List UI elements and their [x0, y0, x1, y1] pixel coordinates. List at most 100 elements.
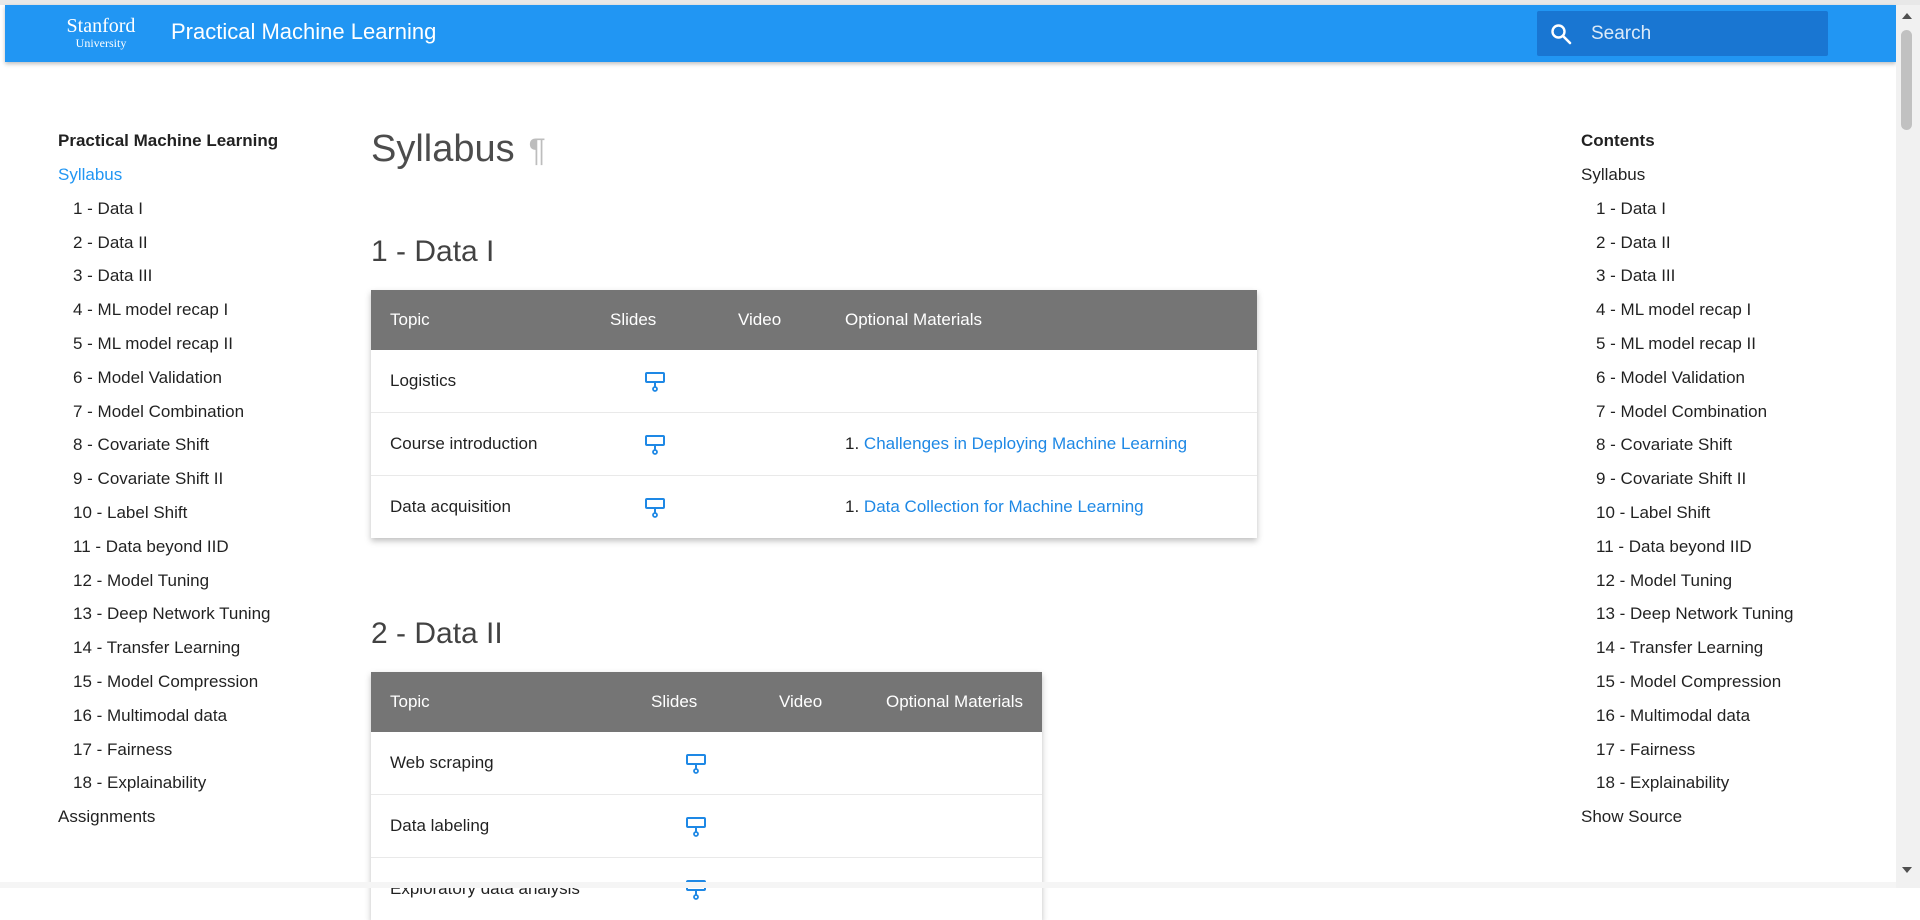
nav-link-lecture[interactable]: 2 - Data II [58, 230, 308, 264]
search-icon[interactable] [1549, 22, 1573, 46]
presentation-icon[interactable] [643, 495, 667, 519]
nav-items: 1 - Data I2 - Data II3 - Data III4 - ML … [58, 196, 308, 804]
nav-link-lecture[interactable]: 18 - Explainability [58, 770, 308, 804]
presentation-icon[interactable] [643, 369, 667, 393]
toc-link-lecture[interactable]: 3 - Data III [1581, 263, 1881, 297]
nav-link-lecture[interactable]: 8 - Covariate Shift [58, 432, 308, 466]
nav-link-lecture[interactable]: 14 - Transfer Learning [58, 635, 308, 669]
vertical-scrollbar[interactable] [1896, 5, 1920, 888]
toc-link-lecture[interactable]: 13 - Deep Network Tuning [1581, 601, 1881, 635]
toc-link-lecture[interactable]: 8 - Covariate Shift [1581, 432, 1881, 466]
left-sidebar-nav: Practical Machine Learning Syllabus 1 - … [58, 128, 308, 838]
material-number: 1. [845, 434, 859, 453]
nav-link-lecture[interactable]: 17 - Fairness [58, 737, 308, 771]
topic-cell: Exploratory data analysis [371, 858, 632, 920]
table-row: Data acquisition 1. Data Collection for M… [371, 476, 1257, 539]
scroll-thumb[interactable] [1901, 30, 1912, 130]
presentation-icon[interactable] [684, 877, 708, 901]
toc-link-lecture[interactable]: 9 - Covariate Shift II [1581, 466, 1881, 500]
site-title[interactable]: Practical Machine Learning [171, 19, 436, 45]
section-title: 1 - Data I [371, 232, 494, 272]
presentation-icon[interactable] [684, 814, 708, 838]
toc-link-lecture[interactable]: 16 - Multimodal data [1581, 703, 1881, 737]
search-box[interactable] [1537, 11, 1828, 56]
topic-cell: Course introduction [371, 413, 591, 476]
section-title: 2 - Data II [371, 614, 503, 654]
slides-cell [632, 858, 760, 920]
materials-cell: 1. Challenges in Deploying Machine Learn… [826, 413, 1257, 476]
toc-link-lecture[interactable]: 12 - Model Tuning [1581, 568, 1881, 602]
nav-link-syllabus[interactable]: Syllabus [58, 162, 308, 196]
material-link[interactable]: Challenges in Deploying Machine Learning [864, 434, 1187, 453]
toc-link-lecture[interactable]: 2 - Data II [1581, 230, 1881, 264]
material-link[interactable]: Data Collection for Machine Learning [864, 497, 1144, 516]
topic-cell: Data labeling [371, 795, 632, 858]
toc-link-lecture[interactable]: 7 - Model Combination [1581, 399, 1881, 433]
nav-link-lecture[interactable]: 3 - Data III [58, 263, 308, 297]
topics-table: TopicSlidesVideoOptional MaterialsLogist… [371, 290, 1257, 538]
nav-link-assignments[interactable]: Assignments [58, 804, 308, 838]
slides-cell [591, 476, 719, 539]
nav-link-lecture[interactable]: 5 - ML model recap II [58, 331, 308, 365]
materials-cell: 1. Data Collection for Machine Learning [826, 476, 1257, 539]
scroll-up-arrow-icon[interactable] [1902, 13, 1912, 19]
topic-cell: Logistics [371, 350, 591, 413]
table-header-row: TopicSlidesVideoOptional Materials [371, 290, 1257, 350]
nav-link-lecture[interactable]: 13 - Deep Network Tuning [58, 601, 308, 635]
topic-cell: Data acquisition [371, 476, 591, 539]
toc-link-lecture[interactable]: 4 - ML model recap I [1581, 297, 1881, 331]
column-header: Optional Materials [867, 672, 1042, 732]
scroll-down-arrow-icon[interactable] [1902, 867, 1912, 873]
table-row: Web scraping [371, 732, 1042, 795]
video-cell [760, 795, 867, 858]
search-input[interactable] [1591, 11, 1816, 56]
video-cell [760, 732, 867, 795]
presentation-icon[interactable] [684, 751, 708, 775]
presentation-icon[interactable] [643, 432, 667, 456]
right-toc: Contents Syllabus 1 - Data I2 - Data II3… [1581, 128, 1881, 838]
top-header: Stanford University Practical Machine Le… [5, 5, 1896, 62]
column-header: Topic [371, 290, 591, 350]
table-row: Logistics [371, 350, 1257, 413]
toc-title: Contents [1581, 128, 1881, 162]
toc-link-lecture[interactable]: 10 - Label Shift [1581, 500, 1881, 534]
video-cell [719, 350, 826, 413]
nav-link-lecture[interactable]: 9 - Covariate Shift II [58, 466, 308, 500]
window-bottom-edge [0, 882, 1896, 888]
toc-link-lecture[interactable]: 17 - Fairness [1581, 737, 1881, 771]
nav-link-lecture[interactable]: 7 - Model Combination [58, 399, 308, 433]
toc-link-lecture[interactable]: 11 - Data beyond IID [1581, 534, 1881, 568]
table-row: Course introduction 1. Challenges in Depl… [371, 413, 1257, 476]
nav-link-lecture[interactable]: 11 - Data beyond IID [58, 534, 308, 568]
video-cell [719, 413, 826, 476]
slides-cell [632, 795, 760, 858]
column-header: Slides [591, 290, 719, 350]
nav-link-lecture[interactable]: 10 - Label Shift [58, 500, 308, 534]
toc-link-syllabus[interactable]: Syllabus [1581, 162, 1881, 196]
materials-cell [867, 732, 1042, 795]
nav-link-lecture[interactable]: 1 - Data I [58, 196, 308, 230]
materials-cell [867, 795, 1042, 858]
column-header: Video [719, 290, 826, 350]
toc-link-lecture[interactable]: 14 - Transfer Learning [1581, 635, 1881, 669]
toc-show-source[interactable]: Show Source [1581, 804, 1881, 838]
video-cell [760, 858, 867, 920]
column-header: Optional Materials [826, 290, 1257, 350]
table-row: Data labeling [371, 795, 1042, 858]
stanford-logo[interactable]: Stanford University [56, 16, 146, 49]
toc-link-lecture[interactable]: 1 - Data I [1581, 196, 1881, 230]
nav-link-lecture[interactable]: 4 - ML model recap I [58, 297, 308, 331]
toc-link-lecture[interactable]: 18 - Explainability [1581, 770, 1881, 804]
nav-link-lecture[interactable]: 15 - Model Compression [58, 669, 308, 703]
nav-link-lecture[interactable]: 12 - Model Tuning [58, 568, 308, 602]
toc-link-lecture[interactable]: 6 - Model Validation [1581, 365, 1881, 399]
page-title: Syllabus¶ [371, 126, 546, 173]
nav-link-lecture[interactable]: 6 - Model Validation [58, 365, 308, 399]
nav-link-lecture[interactable]: 16 - Multimodal data [58, 703, 308, 737]
permalink-icon[interactable]: ¶ [529, 132, 546, 168]
toc-link-lecture[interactable]: 5 - ML model recap II [1581, 331, 1881, 365]
nav-title[interactable]: Practical Machine Learning [58, 128, 308, 162]
toc-link-lecture[interactable]: 15 - Model Compression [1581, 669, 1881, 703]
logo-subtitle: University [56, 37, 146, 49]
material-number: 1. [845, 497, 859, 516]
